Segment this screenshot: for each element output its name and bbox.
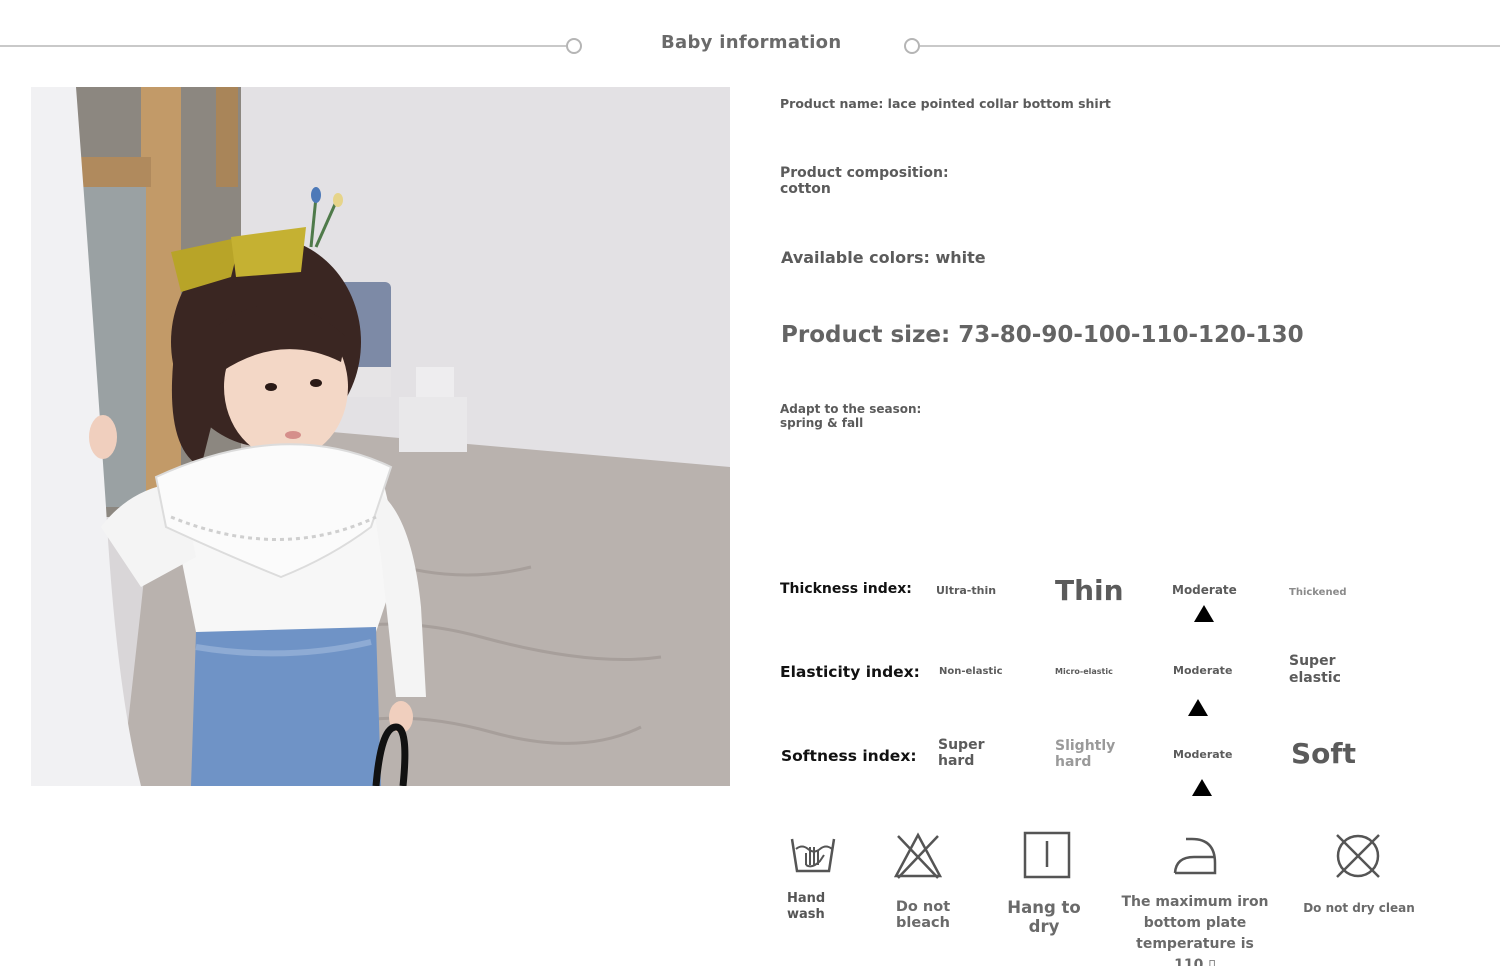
thickness-option-ultra-thin: Ultra-thin [936, 584, 997, 597]
softness-index-label: Softness index: [781, 747, 917, 765]
iron-icon [1172, 835, 1218, 881]
softness-option-super-hard: Super hard [938, 737, 985, 769]
header-line-left [0, 45, 566, 47]
softness-option-moderate: Moderate [1173, 748, 1233, 761]
hang-to-dry-label: Hang to dry [1007, 898, 1081, 936]
hand-wash-icon [788, 833, 838, 881]
product-size: Product size: 73-80-90-100-110-120-130 [781, 322, 1304, 348]
elasticity-selected-indicator [1188, 699, 1208, 716]
hang-to-dry-icon [1023, 831, 1071, 883]
header-circle-right [904, 38, 920, 54]
available-colors: Available colors: white [781, 248, 986, 267]
product-composition: Product composition: cotton [780, 165, 949, 197]
thickness-option-moderate: Moderate [1172, 583, 1237, 597]
do-not-dry-clean-label: Do not dry clean [1303, 901, 1415, 915]
header-circle-left [566, 38, 582, 54]
thickness-index-label: Thickness index: [780, 581, 912, 597]
hand-wash-label: Hand wash [787, 891, 826, 922]
section-title: Baby information [661, 32, 842, 53]
do-not-bleach-icon [893, 832, 943, 884]
elasticity-index-label: Elasticity index: [780, 663, 920, 681]
thickness-option-thin: Thin [1055, 574, 1124, 607]
softness-selected-indicator [1192, 779, 1212, 796]
do-not-bleach-label: Do not bleach [895, 899, 951, 931]
thickness-selected-indicator [1194, 605, 1214, 622]
softness-option-slightly-hard: Slightly hard [1055, 738, 1116, 770]
elasticity-option-micro-elastic: Micro-elastic [1055, 667, 1113, 676]
product-name: Product name: lace pointed collar bottom… [780, 96, 1111, 111]
season: Adapt to the season: spring & fall [780, 402, 922, 430]
do-not-dry-clean-icon [1333, 831, 1383, 885]
iron-label: The maximum iron bottom plate temperatur… [1121, 894, 1269, 966]
elasticity-option-super-elastic: Super elastic [1289, 653, 1341, 686]
thickness-option-thickened: Thickened [1289, 587, 1347, 598]
elasticity-option-non-elastic: Non-elastic [939, 666, 1003, 677]
product-photo [31, 87, 730, 786]
header-line-right [920, 45, 1500, 47]
elasticity-option-moderate: Moderate [1173, 664, 1233, 677]
softness-option-soft: Soft [1291, 737, 1356, 770]
